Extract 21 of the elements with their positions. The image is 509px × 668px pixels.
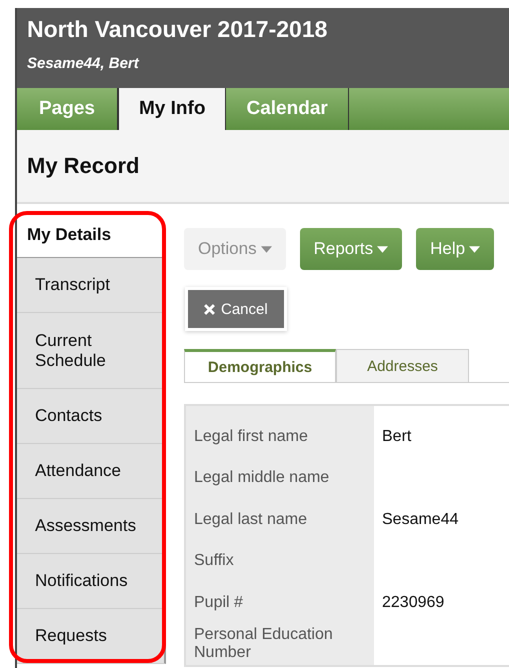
field-label: Pupil # — [194, 594, 243, 611]
section-tab[interactable]: Addresses — [336, 349, 469, 382]
field-label: Suffix — [194, 552, 234, 570]
caret-icon — [377, 246, 388, 252]
field-label: Personal Education Number — [194, 626, 333, 662]
field-value: Bert — [382, 428, 412, 445]
caret-icon — [260, 246, 272, 252]
field-label: Legal last name — [194, 510, 307, 528]
page-title: My Record — [27, 153, 140, 179]
field-value: Sesame44 — [382, 510, 458, 528]
field-value: 2230969 — [382, 594, 444, 611]
cancel-button[interactable]: Cancel — [188, 290, 284, 328]
section-tab[interactable]: Demographics — [184, 349, 336, 382]
field-label: Legal first name — [194, 428, 308, 445]
nav-tab[interactable]: My Info — [118, 88, 226, 130]
caret-icon — [469, 246, 480, 252]
field-label: Legal middle name — [194, 469, 330, 486]
user-name: Sesame44, Bert — [27, 55, 140, 72]
sidebar-item[interactable]: Requests — [17, 609, 166, 664]
school-title: North Vancouver 2017-2018 — [27, 16, 328, 43]
close-icon — [204, 304, 215, 314]
